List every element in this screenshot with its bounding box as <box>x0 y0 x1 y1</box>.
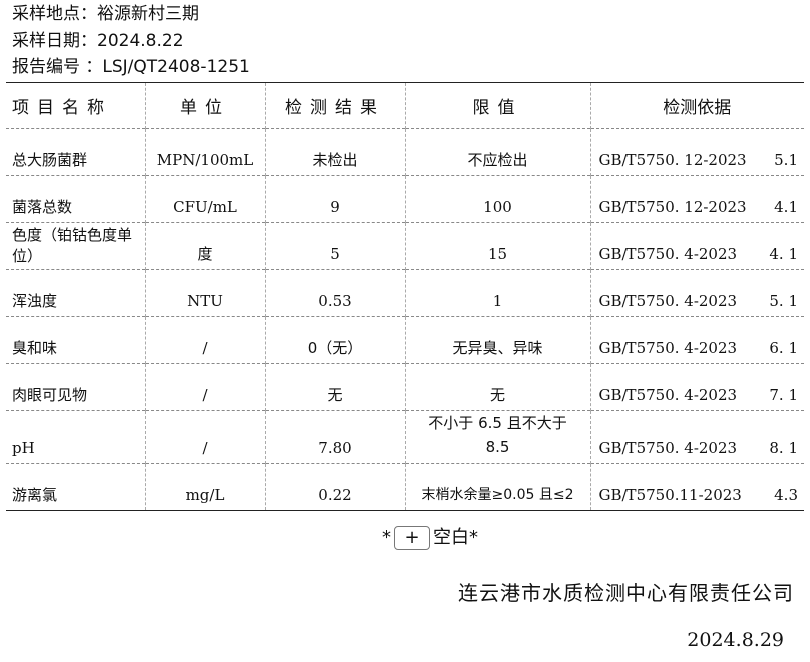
method-clause: 4.3 <box>774 486 798 504</box>
header-unit: 单位 <box>145 82 266 129</box>
blank-suffix: 空白* <box>433 527 478 548</box>
method-standard: GB/T5750. 4-2023 <box>598 245 738 263</box>
cell-limit: 末梢水余量≥0.05 且≤2 <box>405 463 591 511</box>
method-standard: GB/T5750. 4-2023 <box>598 386 738 404</box>
blank-prefix: * <box>382 527 391 548</box>
company-name: 连云港市水质检测中心有限责任公司 <box>458 581 794 605</box>
cell-limit: 15 <box>405 222 591 270</box>
cell-limit: 1 <box>405 269 591 317</box>
cell-method: GB/T5750.11-2023 4.3 <box>590 464 804 511</box>
cell-unit: mg/L <box>145 463 266 511</box>
cell-method: GB/T5750. 4-2023 4. 1 <box>590 223 804 270</box>
table-row: 肉眼可见物 / 无 无 GB/T5750. 4-2023 7. 1 <box>6 363 804 411</box>
sampling-date: 采样日期：2024.8.22 <box>12 31 184 51</box>
method-clause: 5.1 <box>774 151 798 169</box>
cell-method: GB/T5750. 12-2023 5.1 <box>590 129 804 176</box>
blank-marker: * + 空白* <box>0 523 810 550</box>
cell-unit: NTU <box>145 269 266 317</box>
report-date: 2024.8.29 <box>687 629 784 651</box>
method-clause: 4. 1 <box>769 245 798 263</box>
cell-method: GB/T5750. 4-2023 5. 1 <box>590 270 804 317</box>
method-clause: 4.1 <box>774 198 798 216</box>
plus-icon[interactable]: + <box>394 526 430 550</box>
cell-unit: 度 <box>145 222 266 270</box>
cell-limit: 无 <box>405 363 591 411</box>
table-row: 菌落总数 CFU/mL 9 100 GB/T5750. 12-2023 4.1 <box>6 175 804 223</box>
table-row: 游离氯 mg/L 0.22 末梢水余量≥0.05 且≤2 GB/T5750.11… <box>6 463 804 511</box>
method-standard: GB/T5750.11-2023 <box>598 486 742 504</box>
cell-item: 游离氯 <box>6 463 146 511</box>
cell-item: 臭和味 <box>6 316 146 364</box>
cell-unit: / <box>145 363 266 411</box>
cell-item: 色度（铂钴色度单位） <box>6 222 146 270</box>
method-standard: GB/T5750. 12-2023 <box>598 198 747 216</box>
table-header-row: 项目名称 单位 检测结果 限值 检测依据 <box>6 82 804 129</box>
cell-method: GB/T5750. 4-2023 6. 1 <box>590 317 804 364</box>
cell-unit: / <box>145 410 266 464</box>
table-row: 臭和味 / 0（无） 无异臭、异味 GB/T5750. 4-2023 6. 1 <box>6 316 804 364</box>
cell-limit: 无异臭、异味 <box>405 316 591 364</box>
cell-method: GB/T5750. 12-2023 4.1 <box>590 176 804 223</box>
cell-item: 浑浊度 <box>6 269 146 317</box>
cell-limit: 不应检出 <box>405 128 591 176</box>
header-result: 检测结果 <box>265 82 406 129</box>
method-standard: GB/T5750. 4-2023 <box>598 339 738 357</box>
table-row: 色度（铂钴色度单位） 度 5 15 GB/T5750. 4-2023 4. 1 <box>6 222 804 270</box>
cell-result: 未检出 <box>265 128 406 176</box>
method-standard: GB/T5750. 12-2023 <box>598 151 747 169</box>
cell-item: pH <box>6 410 146 464</box>
sampling-location: 采样地点：裕源新村三期 <box>12 4 199 24</box>
results-table-container: 项目名称 单位 检测结果 限值 检测依据 总大肠菌群 MPN/100mL 未检出… <box>6 82 804 511</box>
cell-item: 总大肠菌群 <box>6 128 146 176</box>
header-item: 项目名称 <box>6 82 146 129</box>
cell-item: 肉眼可见物 <box>6 363 146 411</box>
cell-unit: / <box>145 316 266 364</box>
method-clause: 7. 1 <box>769 386 798 404</box>
cell-result: 0.53 <box>265 269 406 317</box>
cell-method: GB/T5750. 4-2023 7. 1 <box>590 364 804 411</box>
table-row: 总大肠菌群 MPN/100mL 未检出 不应检出 GB/T5750. 12-20… <box>6 128 804 176</box>
cell-result: 9 <box>265 175 406 223</box>
cell-result: 0（无） <box>265 316 406 364</box>
cell-limit: 100 <box>405 175 591 223</box>
method-standard: GB/T5750. 4-2023 <box>598 292 738 310</box>
cell-method: GB/T5750. 4-2023 8. 1 <box>590 411 804 464</box>
method-standard: GB/T5750. 4-2023 <box>598 439 738 457</box>
results-table: 项目名称 单位 检测结果 限值 检测依据 总大肠菌群 MPN/100mL 未检出… <box>6 82 804 511</box>
cell-item: 菌落总数 <box>6 175 146 223</box>
method-clause: 6. 1 <box>769 339 798 357</box>
header-method: 检测依据 <box>663 98 732 118</box>
cell-unit: CFU/mL <box>145 175 266 223</box>
cell-result: 5 <box>265 222 406 270</box>
cell-result: 无 <box>265 363 406 411</box>
method-clause: 5. 1 <box>769 292 798 310</box>
header-limit: 限值 <box>405 82 591 129</box>
table-row: pH / 7.80 不小于 6.5 且不大于 8.5 GB/T5750. 4-2… <box>6 410 804 464</box>
cell-result: 0.22 <box>265 463 406 511</box>
report-number: 报告编号 ：LSJ/QT2408-1251 <box>12 57 250 77</box>
cell-limit: 不小于 6.5 且不大于 8.5 <box>405 410 591 464</box>
method-clause: 8. 1 <box>769 439 798 457</box>
cell-unit: MPN/100mL <box>145 128 266 176</box>
table-row: 浑浊度 NTU 0.53 1 GB/T5750. 4-2023 5. 1 <box>6 269 804 317</box>
cell-result: 7.80 <box>265 410 406 464</box>
